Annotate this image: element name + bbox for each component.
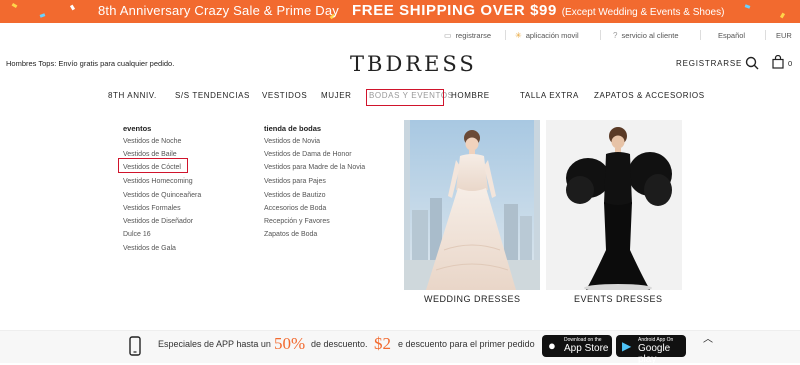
divider <box>600 30 601 40</box>
app-discount-percent: 50% <box>274 334 306 353</box>
google-play-text: Google play <box>638 343 671 365</box>
nav-item-vestidos[interactable]: VESTIDOS <box>262 91 307 100</box>
language-label: Español <box>718 30 746 40</box>
wedding-dress-photo[interactable] <box>404 120 540 290</box>
tienda-item[interactable]: Vestidos para Madre de la Novia <box>264 164 365 171</box>
eventos-item[interactable]: Vestidos de Baile <box>123 151 177 158</box>
register-button[interactable]: REGISTRARSE <box>676 59 742 68</box>
promo-banner[interactable]: 8th Anniversary Crazy Sale & Prime Day F… <box>0 0 800 23</box>
nav-item-mujer[interactable]: MUJER <box>321 91 352 100</box>
top-link-app[interactable]: ✳ aplicación movil <box>515 28 579 42</box>
site-logo[interactable]: TBDRESS <box>350 52 477 76</box>
top-link-app-label: aplicación movil <box>525 30 579 40</box>
app-discount-amount: $2 <box>374 334 391 353</box>
eventos-item[interactable]: Vestidos de Quinceañera <box>123 192 201 199</box>
app-promo-text-3: e descuento para el primer pedido <box>398 339 535 349</box>
google-play-badge[interactable]: ▶ Android App On Google play <box>616 335 686 365</box>
eventos-item[interactable]: Dulce 16 <box>123 231 151 238</box>
eventos-heading[interactable]: eventos <box>123 124 151 133</box>
tienda-item[interactable]: Recepción y Favores <box>264 218 330 225</box>
nav-highlight-box <box>366 89 444 106</box>
mobile-icon: ✳ <box>515 30 522 40</box>
promo-sale-text: 8th Anniversary Crazy Sale & Prime Day <box>98 3 339 18</box>
promo-shipping-text: FREE SHIPPING OVER $99 (Except Wedding &… <box>352 2 724 19</box>
play-icon: ▶ <box>622 339 632 353</box>
divider <box>505 30 506 40</box>
eventos-item[interactable]: Vestidos de Diseñador <box>123 218 193 225</box>
nav-item-anniv[interactable]: 8TH ANNIV. <box>108 91 157 100</box>
tienda-item[interactable]: Vestidos de Novia <box>264 138 320 145</box>
eventos-item[interactable]: Vestidos de Gala <box>123 245 176 252</box>
events-dress-image <box>546 120 682 290</box>
divider <box>700 30 701 40</box>
top-link-register-label: registrarse <box>455 30 491 40</box>
language-selector[interactable]: Español <box>718 28 745 42</box>
question-icon: ? <box>613 30 618 40</box>
shipping-notice[interactable]: Hombres Tops: Envío gratis para cualquie… <box>6 59 174 68</box>
top-link-register[interactable]: ▭ registrarse <box>444 28 491 42</box>
currency-selector[interactable]: EUR <box>776 28 792 42</box>
tienda-heading[interactable]: tienda de bodas <box>264 124 321 133</box>
shipping-note: (Except Wedding & Events & Shoes) <box>561 7 725 18</box>
shipping-headline: FREE SHIPPING OVER $99 <box>352 2 557 19</box>
tienda-item[interactable]: Vestidos de Bautizo <box>264 192 326 199</box>
search-icon[interactable] <box>745 56 759 70</box>
eventos-item[interactable]: Vestidos Formales <box>123 205 181 212</box>
cart-count: 0 <box>788 59 793 68</box>
nav-item-zapatos[interactable]: ZAPATOS & ACCESORIOS <box>594 91 705 100</box>
divider <box>765 30 766 40</box>
tienda-item[interactable]: Accesorios de Boda <box>264 205 326 212</box>
item-highlight-box <box>118 158 188 173</box>
app-promo-text-1: Especiales de APP hasta un <box>158 339 271 349</box>
tienda-item[interactable]: Vestidos de Dama de Honor <box>264 151 352 158</box>
nav-item-tendencias[interactable]: S/S TENDENCIAS <box>175 91 250 100</box>
phone-icon <box>129 336 141 356</box>
events-dresses-caption[interactable]: EVENTS DRESSES <box>574 294 663 304</box>
tienda-item[interactable]: Vestidos para Pajes <box>264 178 326 185</box>
wedding-dresses-caption[interactable]: WEDDING DRESSES <box>424 294 521 304</box>
app-promo-text-2: de descuento. <box>311 339 368 349</box>
currency-label: EUR <box>776 30 792 40</box>
top-link-service[interactable]: ? servicio al cliente <box>613 28 679 42</box>
app-store-badge[interactable]: ● Download on the App Store <box>542 335 612 357</box>
wedding-dress-image <box>404 120 540 290</box>
nav-item-talla-extra[interactable]: TALLA EXTRA <box>520 91 579 100</box>
eventos-item[interactable]: Vestidos Homecoming <box>123 178 193 185</box>
top-link-service-label: servicio al cliente <box>621 30 679 40</box>
eventos-item[interactable]: Vestidos de Noche <box>123 138 181 145</box>
register-icon: ▭ <box>444 30 452 40</box>
chevron-up-icon[interactable]: ︿ <box>703 330 713 345</box>
cart-icon[interactable] <box>771 55 785 69</box>
nav-item-hombre[interactable]: HOMBRE <box>451 91 490 100</box>
app-store-text: App Store <box>564 343 609 354</box>
tienda-item[interactable]: Zapatos de Boda <box>264 231 317 238</box>
events-dress-photo[interactable] <box>546 120 682 290</box>
apple-icon: ● <box>548 338 556 353</box>
